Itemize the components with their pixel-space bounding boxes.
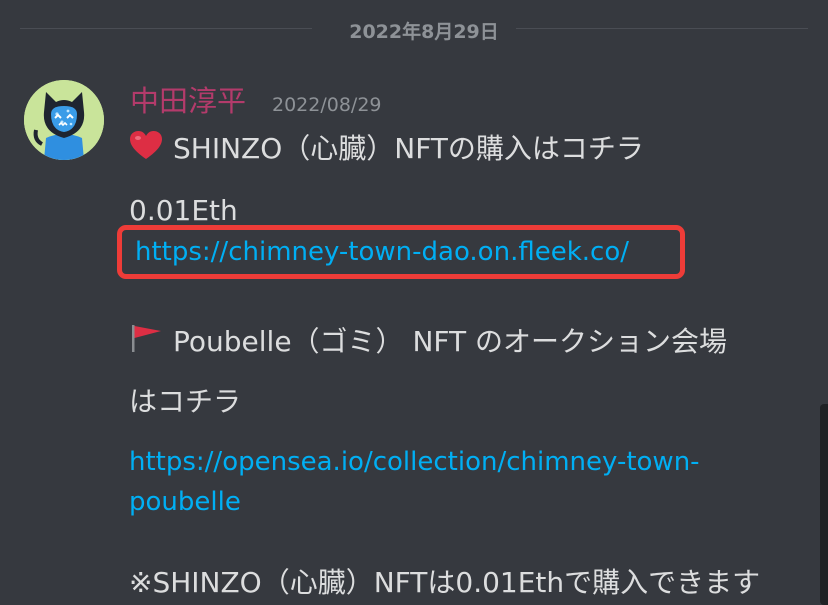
highlight-box <box>117 225 685 279</box>
scrollbar[interactable] <box>820 404 828 605</box>
message-line-1: SHINZO（心臓）NFTの購入はコチラ <box>129 130 644 170</box>
avatar[interactable] <box>24 80 104 160</box>
username[interactable]: 中田淳平 <box>130 82 246 120</box>
message-line-2-text: Poubelle（ゴミ） NFT のオークション会場 <box>173 325 728 358</box>
message-line-2b: はコチラ <box>129 385 242 418</box>
date-divider: 2022年8月29日 <box>20 16 808 43</box>
divider-date: 2022年8月29日 <box>349 21 499 43</box>
divider-line-left <box>20 28 312 29</box>
footnote-text: ※SHINZO（心臓）NFTは0.01Ethで購入できます <box>129 566 761 599</box>
timestamp: 2022/08/29 <box>272 94 382 116</box>
cat-avatar-icon <box>24 80 104 160</box>
message-line-1-text: SHINZO（心臓）NFTの購入はコチラ <box>173 132 644 165</box>
divider-line-right <box>516 28 808 29</box>
message-line-2: Poubelle（ゴミ） NFT のオークション会場 <box>129 323 727 363</box>
red-heart-icon <box>129 130 163 170</box>
red-flag-icon <box>129 323 163 363</box>
opensea-link-part-2[interactable]: poubelle <box>129 483 241 521</box>
opensea-link-part-1[interactable]: https://opensea.io/collection/chimney-to… <box>129 443 700 481</box>
